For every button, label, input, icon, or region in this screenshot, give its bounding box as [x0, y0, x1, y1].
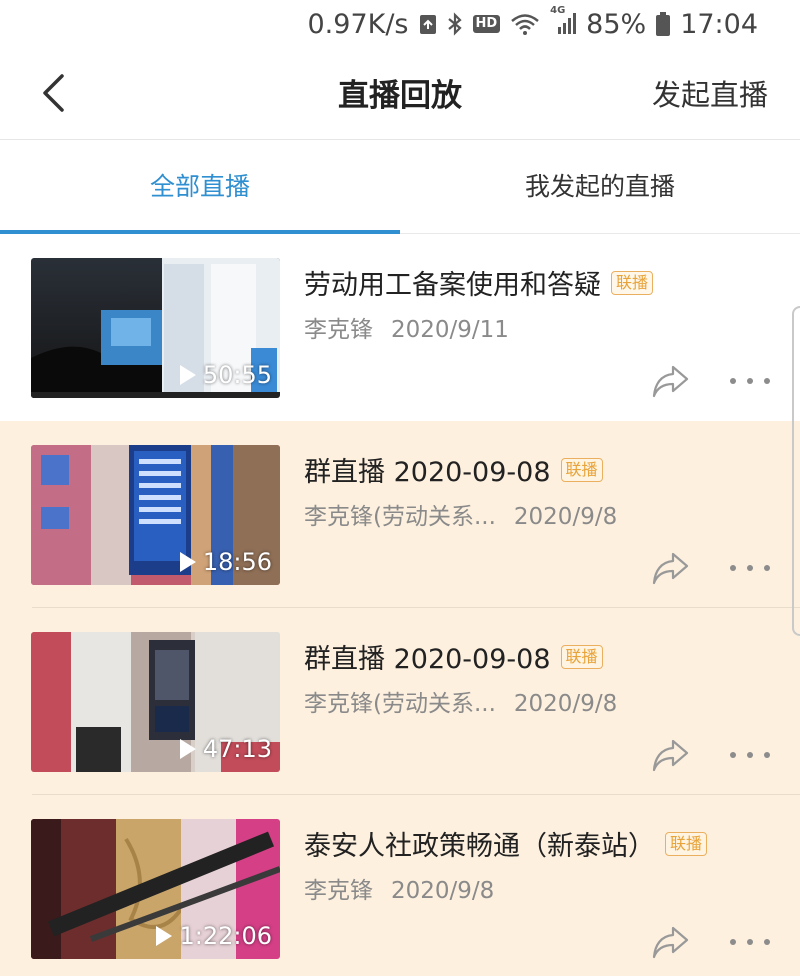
- item-title: 泰安人社政策畅通（新泰站）: [304, 831, 655, 862]
- item-author: 李克锋: [304, 317, 373, 343]
- wifi-icon: [510, 13, 540, 35]
- battery-percent: 85%: [586, 8, 647, 40]
- share-icon: [652, 552, 689, 585]
- item-title: 群直播 2020-09-08: [304, 457, 551, 488]
- signal-icon: 4G: [550, 5, 577, 35]
- broadcast-badge: 联播: [665, 831, 708, 856]
- dot-icon: [730, 939, 736, 945]
- broadcast-badge: 联播: [611, 270, 654, 295]
- header: 直播回放 发起直播: [0, 48, 800, 140]
- item-date: 2020/9/8: [391, 878, 495, 904]
- dot-icon: [764, 565, 770, 571]
- item-title-line: 群直播 2020-09-08 联播: [304, 450, 603, 489]
- share-icon: [652, 365, 689, 398]
- video-thumbnail[interactable]: 1:22:06: [31, 819, 280, 959]
- dot-icon: [747, 939, 753, 945]
- item-title: 群直播 2020-09-08: [304, 644, 551, 675]
- item-author: 李克锋(劳动关系...: [304, 691, 496, 717]
- duration-text: 47:13: [202, 735, 272, 763]
- video-thumbnail[interactable]: 47:13: [31, 632, 280, 772]
- video-thumbnail[interactable]: 18:56: [31, 445, 280, 585]
- more-options-button[interactable]: [730, 932, 770, 952]
- tab-bar: 全部直播 我发起的直播: [0, 140, 800, 234]
- play-icon: [179, 552, 196, 572]
- dot-icon: [764, 378, 770, 384]
- dot-icon: [747, 565, 753, 571]
- item-title: 劳动用工备案使用和答疑: [304, 270, 601, 301]
- item-title-line: 泰安人社政策畅通（新泰站） 联播: [304, 824, 708, 863]
- list-item[interactable]: 1:22:06 泰安人社政策畅通（新泰站） 联播 李克锋 2020/9/8: [0, 795, 800, 976]
- list-item[interactable]: 18:56 群直播 2020-09-08 联播 李克锋(劳动关系... 2020/…: [0, 421, 800, 608]
- dot-icon: [764, 939, 770, 945]
- edge-scroll-handle[interactable]: [792, 306, 800, 636]
- battery-icon: [656, 12, 671, 36]
- share-button[interactable]: [651, 550, 691, 586]
- item-meta: 李克锋 2020/9/8: [304, 871, 494, 905]
- share-icon: [652, 926, 689, 959]
- share-button[interactable]: [651, 363, 691, 399]
- net-speed: 0.97K/s: [307, 8, 409, 40]
- more-options-button[interactable]: [730, 558, 770, 578]
- clock: 17:04: [680, 8, 758, 40]
- duration-text: 1:22:06: [179, 922, 272, 950]
- duration-text: 18:56: [202, 548, 272, 576]
- dot-icon: [730, 378, 736, 384]
- status-bar: 0.97K/s HD 4G 85% 17:04: [0, 0, 800, 48]
- dot-icon: [730, 565, 736, 571]
- item-title-line: 群直播 2020-09-08 联播: [304, 637, 603, 676]
- play-icon: [179, 365, 196, 385]
- recycle-icon: [419, 13, 437, 35]
- network-type: 4G: [550, 5, 566, 16]
- dot-icon: [730, 752, 736, 758]
- item-date: 2020/9/8: [513, 504, 618, 530]
- broadcast-badge: 联播: [560, 457, 603, 482]
- list-item[interactable]: 47:13 群直播 2020-09-08 联播 李克锋(劳动关系... 2020/…: [0, 608, 800, 795]
- play-icon: [179, 739, 196, 759]
- dot-icon: [764, 752, 770, 758]
- item-date: 2020/9/8: [513, 691, 618, 717]
- item-meta: 李克锋(劳动关系... 2020/9/8: [304, 497, 617, 531]
- bluetooth-icon: [447, 12, 463, 36]
- item-author: 李克锋: [304, 878, 373, 904]
- video-thumbnail[interactable]: 50:55: [31, 258, 280, 398]
- dot-icon: [747, 752, 753, 758]
- tab-my-live[interactable]: 我发起的直播: [400, 140, 800, 234]
- tab-all-live[interactable]: 全部直播: [0, 140, 400, 234]
- list-item[interactable]: 50:55 劳动用工备案使用和答疑 联播 李克锋 2020/9/11: [0, 234, 800, 421]
- start-live-button[interactable]: 发起直播: [652, 72, 768, 114]
- duration-label: 1:22:06: [155, 922, 272, 950]
- item-meta: 李克锋 2020/9/11: [304, 310, 509, 344]
- share-button[interactable]: [651, 924, 691, 960]
- more-options-button[interactable]: [730, 745, 770, 765]
- duration-label: 18:56: [179, 548, 272, 576]
- duration-label: 47:13: [179, 735, 272, 763]
- duration-text: 50:55: [202, 361, 272, 389]
- item-meta: 李克锋(劳动关系... 2020/9/8: [304, 684, 617, 718]
- hd-badge: HD: [472, 15, 501, 33]
- dot-icon: [747, 378, 753, 384]
- item-date: 2020/9/11: [391, 317, 509, 343]
- share-button[interactable]: [651, 737, 691, 773]
- more-options-button[interactable]: [730, 371, 770, 391]
- share-icon: [652, 739, 689, 772]
- play-icon: [156, 926, 173, 946]
- broadcast-badge: 联播: [560, 644, 603, 669]
- duration-label: 50:55: [179, 361, 272, 389]
- item-author: 李克锋(劳动关系...: [304, 504, 496, 530]
- item-title-line: 劳动用工备案使用和答疑 联播: [304, 263, 654, 302]
